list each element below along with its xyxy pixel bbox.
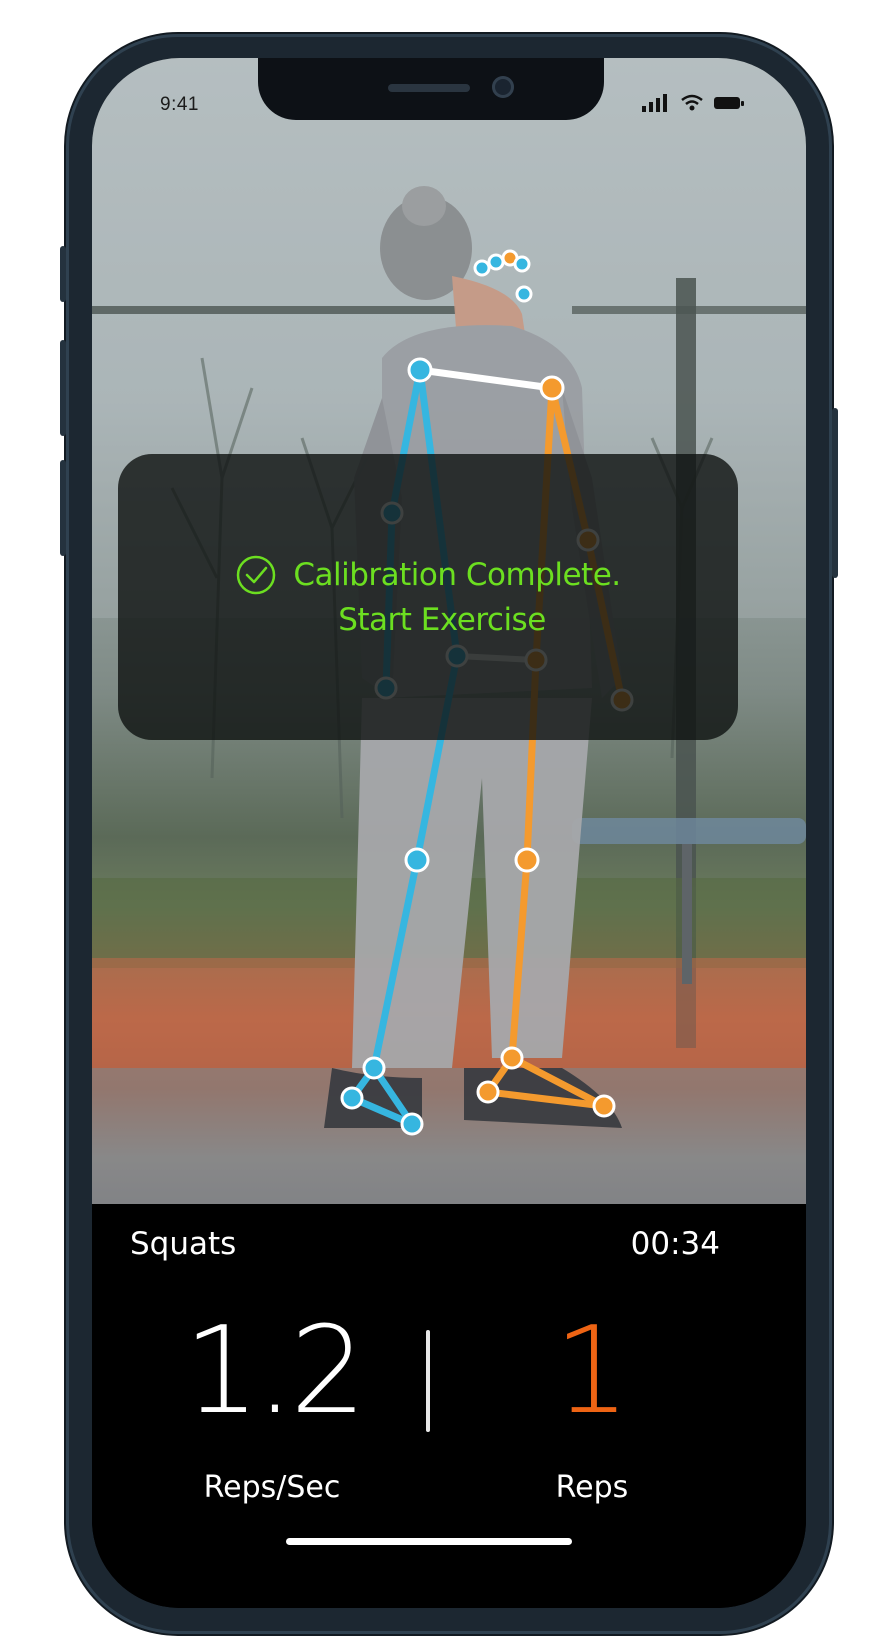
exercise-name: Squats [130,1226,237,1262]
notch [258,58,604,120]
status-icons [642,94,744,112]
calibration-overlay: Calibration Complete. Start Exercise [118,454,738,740]
signal-icon [642,94,667,112]
phone-screen: 9:41 Calibration Complete. Start Exercis… [92,58,806,1608]
stats-panel: Squats 00:34 1.2 1 Reps/Sec Reps [92,1204,806,1608]
overlay-line1: Calibration Complete. [118,554,738,596]
mute-switch [60,246,66,302]
calibration-message: Calibration Complete. [293,557,621,593]
stage: 9:41 Calibration Complete. Start Exercis… [0,0,894,1646]
start-exercise-message: Start Exercise [338,602,546,638]
check-circle-icon [237,555,276,595]
wifi-icon [681,94,703,111]
reps-count-label: Reps [555,1470,629,1505]
stats-divider [426,1330,430,1432]
volume-up-button [60,340,66,436]
reps-per-sec-value: 1.2 [183,1302,367,1441]
overlay-line2: Start Exercise [146,602,738,638]
power-button [832,408,838,578]
exercise-timer: 00:34 [630,1226,720,1262]
battery-icon [714,97,744,109]
front-camera [492,76,514,98]
home-indicator[interactable] [286,1538,572,1545]
speaker-grille [388,84,470,92]
reps-per-sec-label: Reps/Sec [203,1470,341,1505]
volume-down-button [60,460,66,556]
status-time: 9:41 [160,94,199,115]
reps-count-value: 1 [553,1302,631,1441]
